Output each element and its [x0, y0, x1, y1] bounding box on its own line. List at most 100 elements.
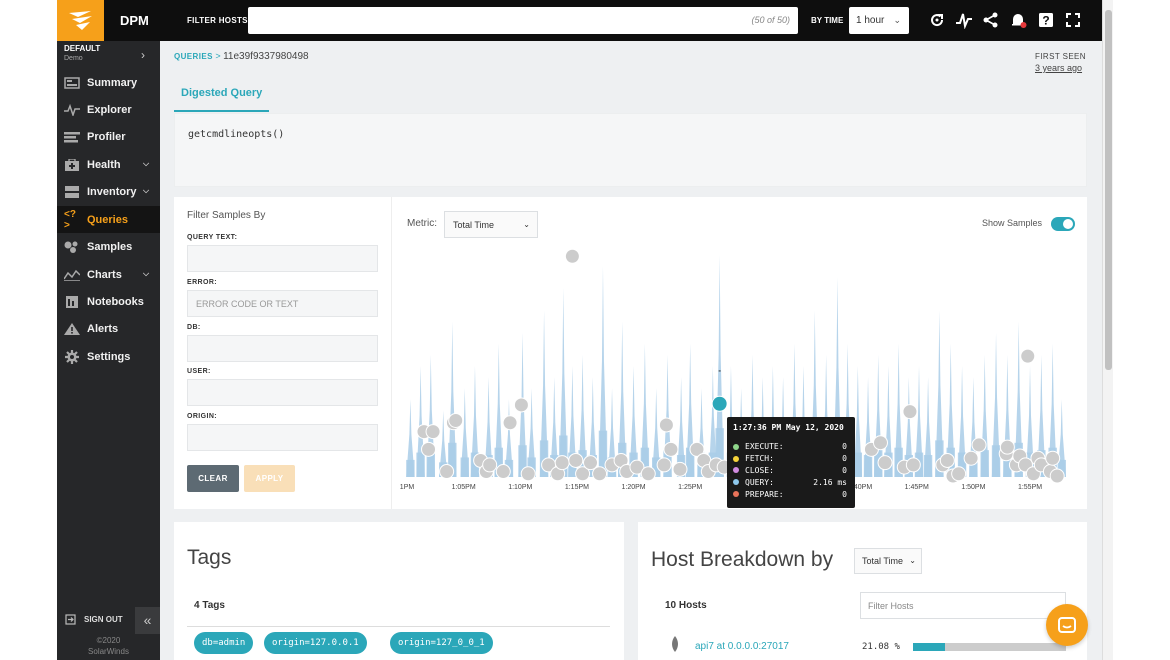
chevron-down-icon: ⌄ — [893, 15, 901, 25]
solarwinds-logo-icon[interactable] — [57, 0, 104, 41]
sidebar-item-charts[interactable]: Charts ⌵ — [57, 261, 160, 288]
sidebar-item-health[interactable]: Health ⌵ — [57, 151, 160, 178]
tags-panel: Tags 4 Tags db=admin origin=127.0.0.1 or… — [174, 522, 624, 660]
area-base — [406, 459, 415, 477]
sample-point — [963, 450, 979, 466]
sample-point — [872, 435, 888, 451]
collapse-sidebar-button[interactable]: « — [135, 607, 160, 634]
sidebar-item-samples[interactable]: Samples — [57, 233, 160, 260]
sidebar-item-notebooks[interactable]: Notebooks — [57, 288, 160, 315]
user-input[interactable] — [187, 379, 378, 406]
sidebar-item-explorer[interactable]: Explorer — [57, 96, 160, 123]
scrollbar[interactable] — [1102, 0, 1113, 660]
sample-point — [425, 424, 441, 440]
host-percent: 21.08 % — [862, 642, 900, 652]
sample-point — [482, 457, 498, 473]
tooltip-row-execute: EXECUTE: 0 — [733, 441, 849, 453]
x-tick-label: 1:55PM — [1018, 484, 1042, 491]
gear-icon — [64, 349, 80, 364]
host-metric-select[interactable]: Total Time ⌄ — [854, 548, 922, 574]
sidebar-item-settings[interactable]: Settings — [57, 343, 160, 370]
sign-out-icon — [65, 614, 76, 625]
tag-chip[interactable]: db=admin — [194, 632, 254, 654]
fullscreen-icon[interactable] — [1064, 11, 1082, 29]
sample-point — [999, 439, 1015, 455]
host-breakdown-title: Host Breakdown by — [651, 548, 834, 571]
sidebar-item-label: Samples — [87, 240, 133, 253]
sample-point — [951, 466, 967, 482]
sample-point — [592, 466, 608, 482]
sample-point — [448, 413, 464, 428]
sample-point — [564, 248, 580, 264]
sidebar: DEFAULT Demo › Summary Explorer Profiler… — [57, 41, 160, 660]
by-time-value: 1 hour — [856, 15, 885, 26]
clear-button[interactable]: CLEAR — [187, 465, 239, 492]
legend-dot — [733, 491, 739, 498]
share-icon[interactable] — [982, 11, 1000, 29]
query-text-input[interactable] — [187, 245, 378, 272]
by-time-select[interactable]: 1 hour ⌄ — [849, 7, 909, 34]
sample-point — [513, 397, 529, 413]
sample-point — [495, 464, 511, 480]
bell-icon[interactable] — [1009, 11, 1027, 29]
host-bar — [913, 643, 1066, 651]
filter-hosts-input[interactable]: (50 of 50) — [248, 7, 798, 34]
sample-point — [554, 455, 570, 471]
help-icon[interactable]: ? — [1037, 11, 1055, 29]
breadcrumb: QUERIES > 11e39f9337980498 — [174, 51, 309, 62]
user-label: USER: — [187, 368, 211, 375]
chevron-down-icon: ⌵ — [143, 159, 150, 168]
sample-point — [971, 437, 987, 453]
sidebar-item-label: Queries — [87, 213, 128, 226]
chevron-right-icon[interactable]: › — [141, 48, 145, 62]
legend-dot — [733, 479, 739, 486]
host-link[interactable]: api7 at 0.0.0.0:27017 — [695, 641, 789, 652]
sidebar-item-profiler[interactable]: Profiler — [57, 123, 160, 150]
activity-icon[interactable] — [955, 11, 973, 29]
tooltip-row-value: 2.16 ms — [813, 477, 847, 487]
breadcrumb-separator: > — [215, 51, 221, 61]
sidebar-item-label: Notebooks — [87, 295, 144, 308]
tags-count: 4 Tags — [194, 600, 225, 611]
origin-input[interactable] — [187, 424, 378, 451]
tooltip-row-name: EXECUTE: — [745, 442, 784, 452]
top-bar: DPM FILTER HOSTS (50 of 50) BY TIME 1 ho… — [57, 0, 1102, 41]
tooltip-row-query: QUERY: 2.16 ms — [733, 476, 849, 488]
refresh-icon[interactable] — [928, 11, 946, 29]
db-input[interactable] — [187, 335, 378, 362]
sidebar-item-queries[interactable]: <?> Queries — [57, 206, 160, 233]
x-tick-label: 1:50PM — [961, 484, 985, 491]
first-seen-value[interactable]: 3 years ago — [1035, 63, 1082, 73]
area-base — [460, 457, 469, 477]
sample-point — [1045, 450, 1061, 466]
host-metric-value: Total Time — [862, 556, 904, 566]
sign-out-button[interactable]: SIGN OUT — [65, 614, 123, 625]
sample-point — [672, 461, 688, 477]
x-tick-label: 1:25PM — [678, 484, 702, 491]
breadcrumb-queries-link[interactable]: QUERIES — [174, 52, 213, 61]
error-input[interactable]: ERROR CODE OR TEXT — [187, 290, 378, 317]
chat-button[interactable] — [1046, 604, 1088, 646]
x-tick-label: 1:45PM — [905, 484, 929, 491]
tab-digested-query[interactable]: Digested Query — [174, 78, 269, 112]
filter-hosts-field[interactable]: Filter Hosts — [860, 592, 1066, 619]
sidebar-item-alerts[interactable]: Alerts — [57, 315, 160, 342]
app-frame: DPM FILTER HOSTS (50 of 50) BY TIME 1 ho… — [57, 0, 1113, 660]
filter-samples-title: Filter Samples By — [187, 210, 266, 221]
db-label: DB: — [187, 324, 201, 331]
sidebar-item-label: Inventory — [87, 185, 137, 198]
scrollbar-thumb[interactable] — [1105, 10, 1112, 370]
sidebar-item-label: Health — [87, 158, 121, 171]
divider — [187, 626, 610, 627]
context-switcher[interactable]: DEFAULT Demo — [64, 44, 100, 62]
context-name: DEFAULT — [64, 44, 101, 53]
sidebar-item-summary[interactable]: Summary — [57, 69, 160, 96]
sidebar-item-inventory[interactable]: Inventory ⌵ — [57, 178, 160, 205]
apply-button[interactable]: APPLY — [244, 465, 295, 492]
sample-point — [905, 457, 921, 473]
tag-chip[interactable]: origin=127.0.0.1 — [264, 632, 367, 654]
sample-point — [939, 452, 955, 468]
area-base — [991, 445, 1001, 477]
tag-chip[interactable]: origin=127_0_0_1 — [390, 632, 493, 654]
tooltip-row-value: 0 — [842, 442, 847, 452]
